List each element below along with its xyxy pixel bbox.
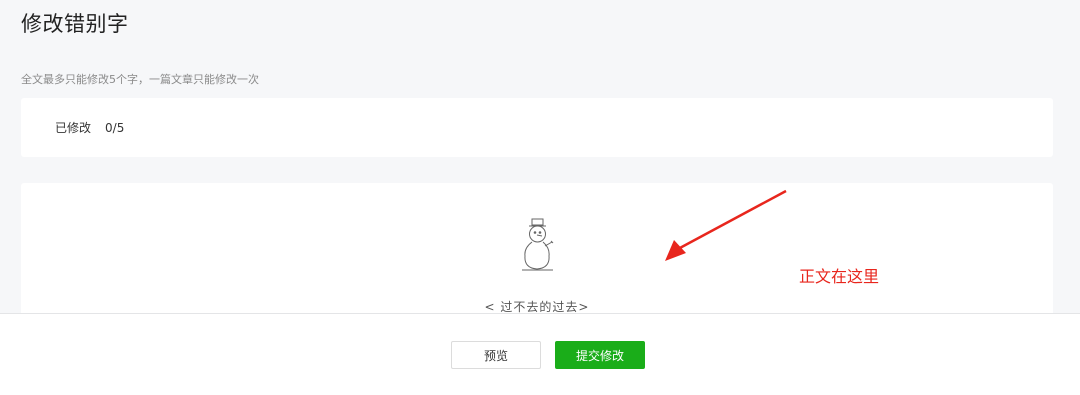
article-content-card[interactable]: < 过不去的过去> (21, 183, 1053, 323)
annotation-text: 正文在这里 (799, 267, 880, 286)
page-subtitle: 全文最多只能修改5个字，一篇文章只能修改一次 (21, 73, 259, 86)
edit-status-label: 已修改 (55, 121, 92, 135)
submit-edit-button[interactable]: 提交修改 (555, 341, 645, 369)
edit-status-card: 已修改 0/5 (21, 98, 1053, 157)
page-title: 修改错别字 (21, 12, 129, 36)
footer-bar: 预览 提交修改 (0, 313, 1080, 395)
annotation-arrow-icon (665, 189, 787, 261)
snowman-illustration (522, 218, 554, 271)
edit-status-count: 0/5 (105, 120, 125, 135)
preview-button[interactable]: 预览 (451, 341, 541, 369)
